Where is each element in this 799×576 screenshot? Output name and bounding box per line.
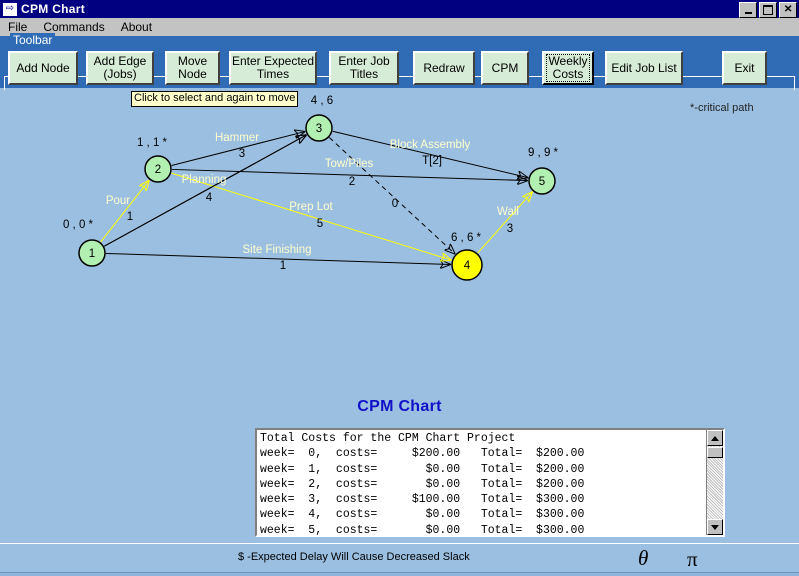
restore-button[interactable] — [759, 2, 777, 18]
redraw-button[interactable]: Redraw — [413, 51, 475, 85]
exit-button[interactable]: Exit — [722, 51, 767, 85]
edge-weight-label: 1 — [127, 211, 133, 223]
edge-job-label: Tow/Piles — [325, 158, 374, 170]
edge-weight-label: 4 — [206, 192, 213, 204]
redraw-button-label: Redraw — [423, 60, 465, 75]
theta-symbol[interactable]: θ — [638, 546, 648, 571]
add-edge-button[interactable]: Add Edge (Jobs) — [86, 51, 154, 85]
menu-item-about[interactable]: About — [113, 19, 160, 35]
enter-job-titles-button[interactable]: Enter Job Titles — [329, 51, 399, 85]
scroll-down-button[interactable] — [707, 519, 723, 535]
weekly-costs-button-label: Weekly Costs — [546, 54, 590, 82]
edge-job-label: Hammer — [215, 132, 259, 144]
add-node-button[interactable]: Add Node — [8, 51, 78, 85]
edge-labels-group: Pour 1 Site Finishing 1 Hammer 3 Prep Lot 5 Tow/… — [106, 132, 519, 272]
cost-output-panel[interactable]: Total Costs for the CPM Chart Project we… — [255, 428, 725, 537]
node-1-id: 1 — [89, 248, 95, 260]
node-4-times-label: 6 , 6 * — [451, 232, 482, 244]
minimize-button[interactable] — [739, 2, 757, 18]
toolbar-legend: Toolbar — [10, 33, 56, 47]
edge-job-label: Pour — [106, 195, 130, 207]
node-3-id: 3 — [316, 123, 322, 135]
exit-button-label: Exit — [734, 60, 755, 75]
edge-weight-label: 3 — [507, 223, 513, 235]
edge-1-2[interactable] — [100, 181, 149, 243]
node-2-id: 2 — [155, 164, 161, 176]
edge-weight-label: 5 — [317, 218, 323, 230]
node-5-id: 5 — [539, 176, 545, 188]
node-2-times-label: 1 , 1 * — [137, 137, 168, 149]
chart-title: CPM Chart — [357, 398, 442, 415]
edge-4-5[interactable] — [477, 192, 532, 254]
edge-job-label: Block Assembly — [390, 139, 471, 151]
output-scrollbar[interactable] — [706, 430, 723, 535]
window-bottom-edge — [0, 572, 799, 576]
add-node-button-label: Add Node — [16, 60, 70, 75]
cost-output-text: Total Costs for the CPM Chart Project we… — [260, 432, 585, 535]
edge-weight-label: 3 — [239, 148, 245, 160]
move-node-tooltip: Click to select and again to move — [131, 91, 299, 107]
scroll-up-button[interactable] — [707, 430, 723, 446]
edge-job-label: Planning — [182, 174, 227, 186]
status-bar: $ -Expected Delay Will Cause Decreased S… — [0, 543, 799, 574]
window-controls: ✕ — [739, 2, 797, 18]
edges-group — [100, 131, 532, 264]
edge-weight-label: T[2] — [422, 155, 442, 167]
status-note: $ -Expected Delay Will Cause Decreased S… — [238, 551, 470, 563]
edge-job-label: Wall — [497, 206, 519, 218]
node-3-times-label: 4 , 6 — [311, 95, 333, 107]
menu-bar: File Commands About — [0, 18, 799, 37]
window-title: CPM Chart — [21, 2, 86, 16]
node-1-times-label: 0 , 0 * — [63, 219, 94, 231]
edge-job-label: Prep Lot — [289, 201, 333, 213]
cpm-button-label: CPM — [491, 60, 519, 75]
edge-1-3[interactable] — [104, 135, 306, 247]
node-4-id: 4 — [464, 260, 471, 272]
move-node-button-label: Move Node — [177, 54, 208, 81]
enter-expected-times-button[interactable]: Enter Expected Times — [229, 51, 317, 85]
enter-job-titles-button-label: Enter Job Titles — [338, 54, 390, 81]
edge-weight-label: 0 — [392, 198, 398, 210]
app-arrow-icon: ⇨ — [2, 1, 18, 17]
edit-job-list-button-label: Edit Job List — [611, 60, 677, 75]
weekly-costs-button[interactable]: Weekly Costs — [542, 51, 594, 85]
cpm-button[interactable]: CPM — [481, 51, 529, 85]
enter-expected-times-button-label: Enter Expected Times — [231, 54, 315, 81]
edge-weight-label: 1 — [280, 260, 286, 272]
pi-symbol[interactable]: π — [687, 547, 698, 572]
critical-path-legend: *-critical path — [690, 102, 754, 114]
title-bar: ⇨ CPM Chart ✕ — [0, 0, 799, 18]
close-button[interactable]: ✕ — [779, 2, 797, 18]
edit-job-list-button[interactable]: Edit Job List — [605, 51, 683, 85]
node-5-times-label: 9 , 9 * — [528, 147, 559, 159]
scrollbar-thumb[interactable] — [707, 447, 723, 458]
add-edge-button-label: Add Edge (Jobs) — [93, 54, 147, 81]
application-window: ⇨ CPM Chart ✕ File Commands About Toolba… — [0, 0, 799, 576]
edge-weight-label: 2 — [349, 176, 355, 188]
move-node-button[interactable]: Move Node — [165, 51, 220, 85]
edge-job-label: Site Finishing — [242, 244, 311, 256]
